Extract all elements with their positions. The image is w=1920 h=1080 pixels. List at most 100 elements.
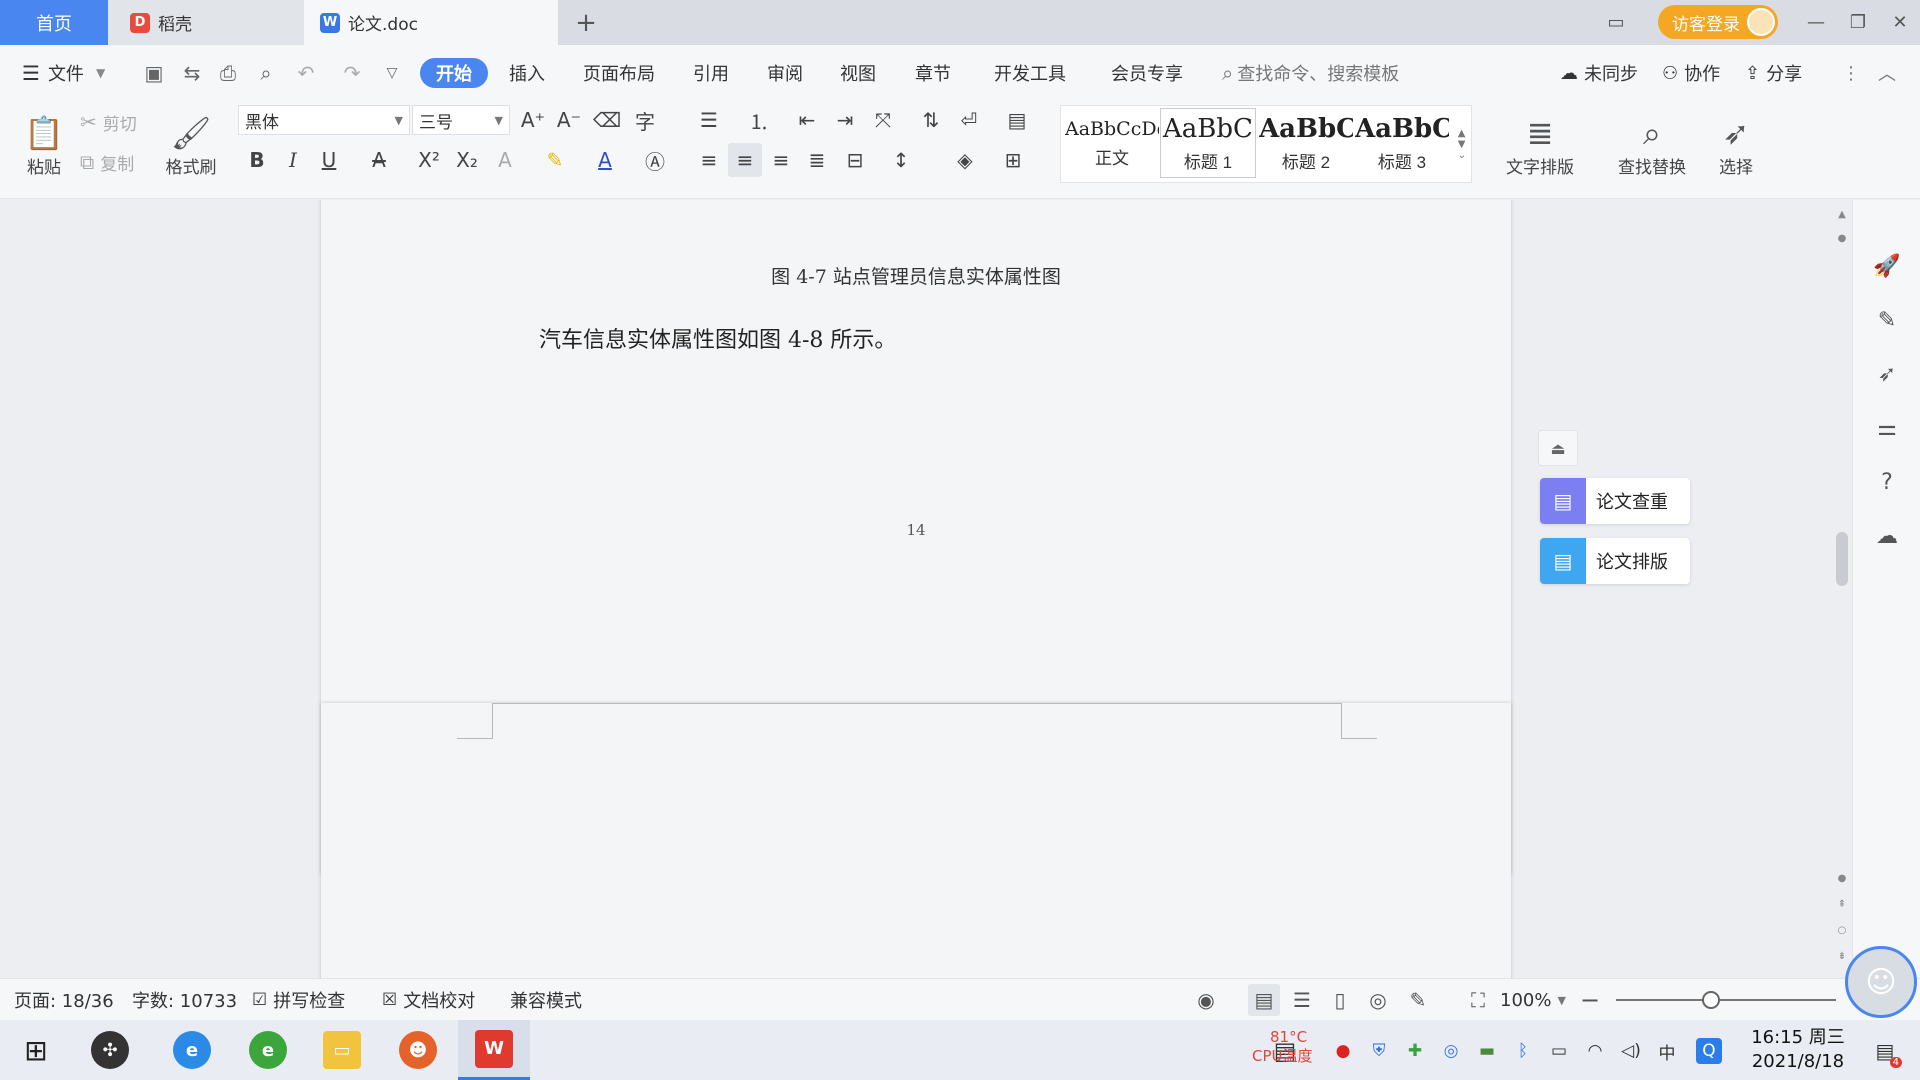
tab-page-layout[interactable]: 页面布局 bbox=[583, 45, 655, 101]
format-painter-button[interactable]: 🖌 格式刷 bbox=[160, 105, 222, 185]
security-shield-icon[interactable]: ⛨ bbox=[1366, 1038, 1392, 1064]
tray-circle-icon[interactable]: ◎ bbox=[1438, 1038, 1464, 1064]
numbered-list-icon[interactable]: ⒈ bbox=[742, 103, 776, 137]
scroll-top-icon[interactable]: ● bbox=[1834, 230, 1850, 246]
zoom-slider[interactable] bbox=[1616, 991, 1836, 1009]
style-scroll-icon[interactable]: ▲ ▼ ⌄ bbox=[1452, 109, 1472, 179]
print-preview-icon[interactable]: ⌕ bbox=[252, 59, 280, 87]
close-icon[interactable]: ✕ bbox=[1880, 0, 1920, 45]
redo-icon[interactable]: ↷ bbox=[338, 59, 366, 87]
battery-icon[interactable]: ▭ bbox=[1546, 1038, 1572, 1064]
tab-home[interactable]: 首页 bbox=[0, 0, 108, 45]
bullet-list-icon[interactable]: ☰ bbox=[692, 103, 726, 137]
bold-icon[interactable]: B bbox=[240, 143, 274, 177]
cloud-save-icon[interactable]: ⇆ bbox=[178, 59, 206, 87]
assistant-robot-icon[interactable]: ☺ bbox=[1845, 946, 1917, 1018]
superscript-icon[interactable]: X² bbox=[412, 143, 446, 177]
browser-360-icon[interactable]: e bbox=[232, 1020, 304, 1080]
chinese-layout-icon[interactable]: ⤧ bbox=[866, 103, 900, 137]
font-color-icon[interactable]: A bbox=[588, 143, 622, 177]
align-center-icon[interactable]: ≡ bbox=[728, 143, 762, 177]
tab-insert[interactable]: 插入 bbox=[509, 45, 545, 101]
outline-view-icon[interactable]: ☰ bbox=[1286, 984, 1318, 1016]
adjust-icon[interactable]: ⚌ bbox=[1871, 412, 1903, 444]
style-normal[interactable]: AaBbCcDd 正文 bbox=[1064, 108, 1160, 178]
select-button[interactable]: ➶ 选择 bbox=[1706, 105, 1766, 185]
increase-font-icon[interactable]: A⁺ bbox=[516, 103, 550, 137]
qq-icon[interactable]: Q bbox=[1696, 1038, 1722, 1064]
app-pinwheel-icon[interactable]: ✣ bbox=[74, 1020, 146, 1080]
cut-button[interactable]: ✂ 剪切 bbox=[80, 105, 137, 139]
select-browse-icon[interactable]: ○ bbox=[1834, 922, 1850, 938]
style-heading-3[interactable]: AaBbC 标题 3 bbox=[1354, 108, 1450, 178]
app-monkey-icon[interactable]: ☻ bbox=[382, 1020, 454, 1080]
show-marks-icon[interactable]: ⏎ bbox=[952, 103, 986, 137]
layout-toggle-icon[interactable]: ▭ bbox=[1596, 0, 1636, 45]
tab-view[interactable]: 视图 bbox=[840, 45, 876, 101]
zoom-slider-thumb[interactable] bbox=[1701, 991, 1720, 1009]
collaborate-button[interactable]: ⚇ 协作 bbox=[1662, 45, 1720, 101]
zoom-out-icon[interactable]: − bbox=[1574, 984, 1606, 1016]
collapse-panel-icon[interactable]: ⏏ bbox=[1538, 430, 1578, 466]
tab-start[interactable]: 开始 bbox=[420, 58, 488, 88]
tab-chapter[interactable]: 章节 bbox=[915, 45, 951, 101]
ruler-icon[interactable]: ▤ bbox=[1000, 103, 1034, 137]
text-effect-icon[interactable]: A bbox=[488, 143, 522, 177]
decrease-indent-icon[interactable]: ⇤ bbox=[790, 103, 824, 137]
new-tab-button[interactable]: + bbox=[566, 0, 606, 45]
windows-start-icon[interactable]: ⊞ bbox=[0, 1020, 72, 1080]
undo-icon[interactable]: ↶ bbox=[292, 59, 320, 87]
customize-toolbar-icon[interactable]: ▽ bbox=[378, 59, 406, 87]
font-family-select[interactable]: 黑体 ▼ bbox=[238, 105, 410, 135]
increase-indent-icon[interactable]: ⇥ bbox=[828, 103, 862, 137]
wifi-icon[interactable]: ◠ bbox=[1582, 1038, 1608, 1064]
justify-icon[interactable]: ≣ bbox=[800, 143, 834, 177]
cloud-docs-icon[interactable]: ☁ bbox=[1871, 520, 1903, 552]
prev-page-icon[interactable]: ⇞ bbox=[1834, 896, 1850, 912]
bluetooth-icon[interactable]: ᛒ bbox=[1510, 1038, 1536, 1064]
tab-review[interactable]: 审阅 bbox=[767, 45, 803, 101]
page-indicator[interactable]: 页面: 18/36 bbox=[14, 979, 114, 1021]
web-view-icon[interactable]: ◎ bbox=[1362, 984, 1394, 1016]
italic-icon[interactable]: I bbox=[276, 143, 310, 177]
command-search[interactable]: ⌕ 查找命令、搜索模板 bbox=[1222, 45, 1399, 101]
underline-icon[interactable]: U bbox=[312, 143, 346, 177]
cpu-temperature[interactable]: 81°C CPU温度 bbox=[1252, 1028, 1313, 1066]
phonetic-guide-icon[interactable]: 字 bbox=[628, 103, 662, 137]
guest-login-button[interactable]: 访客登录 bbox=[1658, 5, 1778, 39]
print-icon[interactable]: ⎙ bbox=[214, 59, 242, 87]
help-icon[interactable]: ? bbox=[1871, 466, 1903, 498]
line-spacing-icon[interactable]: ↕ bbox=[884, 143, 918, 177]
ie-browser-icon[interactable]: e bbox=[156, 1020, 228, 1080]
ime-indicator[interactable]: 中 bbox=[1654, 1038, 1680, 1064]
scrollbar-thumb[interactable] bbox=[1836, 532, 1848, 586]
tab-docer[interactable]: D 稻壳 bbox=[108, 0, 304, 45]
eye-protect-icon[interactable]: ◉ bbox=[1190, 984, 1222, 1016]
page-view-icon[interactable]: ▤ bbox=[1248, 984, 1280, 1016]
tray-app-icon[interactable]: ● bbox=[1330, 1038, 1356, 1064]
share-button[interactable]: ⇪ 分享 bbox=[1745, 45, 1802, 101]
copy-button[interactable]: ⧉ 复制 bbox=[80, 145, 134, 179]
save-icon[interactable]: ▣ bbox=[140, 59, 168, 87]
system-clock[interactable]: 16:15 周三 2021/8/18 bbox=[1740, 1026, 1856, 1074]
subscript-icon[interactable]: X₂ bbox=[450, 143, 484, 177]
minimize-icon[interactable]: — bbox=[1796, 0, 1836, 45]
zoom-select[interactable]: 100% ▼ bbox=[1500, 979, 1566, 1021]
strikethrough-icon[interactable]: A bbox=[362, 143, 396, 177]
align-left-icon[interactable]: ≡ bbox=[692, 143, 726, 177]
write-view-icon[interactable]: ✎ bbox=[1402, 984, 1434, 1016]
paste-button[interactable]: 📋 粘贴 bbox=[16, 105, 72, 185]
wps-writer-icon[interactable]: W bbox=[458, 1020, 530, 1080]
scroll-up-icon[interactable]: ▲ bbox=[1834, 206, 1850, 222]
restore-icon[interactable]: ❐ bbox=[1838, 0, 1878, 45]
fit-page-icon[interactable]: ⛶ bbox=[1462, 984, 1494, 1016]
char-border-icon[interactable]: Ⓐ bbox=[638, 143, 672, 177]
file-explorer-icon[interactable]: ▭ bbox=[306, 1020, 378, 1080]
tab-reference[interactable]: 引用 bbox=[693, 45, 729, 101]
collapse-ribbon-icon[interactable]: ︿ bbox=[1878, 45, 1896, 101]
nvidia-icon[interactable]: ▬ bbox=[1474, 1038, 1500, 1064]
notification-icon[interactable]: ▤ 4 bbox=[1872, 1038, 1902, 1068]
clear-format-icon[interactable]: ⌫ bbox=[590, 103, 624, 137]
spell-check-button[interactable]: ☑ 拼写检查 bbox=[252, 979, 345, 1021]
distribute-icon[interactable]: ⊟ bbox=[838, 143, 872, 177]
